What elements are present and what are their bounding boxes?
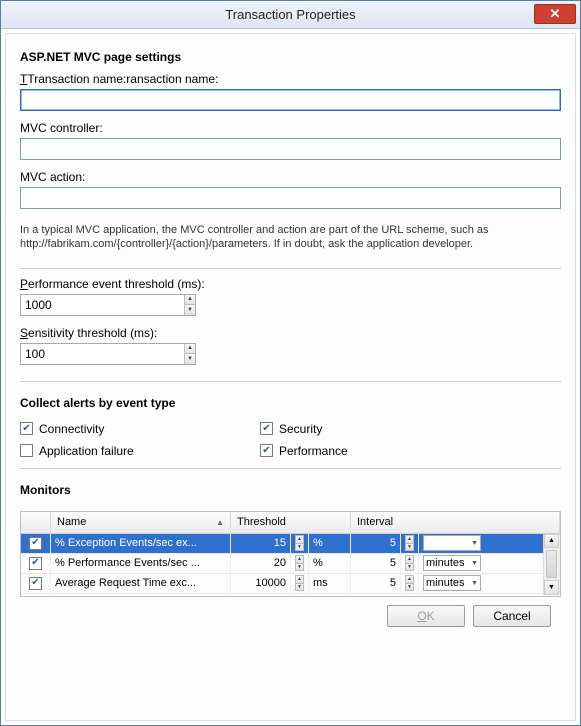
separator-3: [20, 468, 561, 469]
spinner-up-icon[interactable]: ▲: [295, 535, 304, 543]
perf-threshold-label: Performance event threshold (ms):: [20, 277, 561, 291]
mvc-controller-label: MVC controller:: [20, 121, 561, 135]
appfail-label: Application failure: [39, 444, 134, 458]
spinner-down-icon[interactable]: ▼: [405, 543, 414, 552]
spinner-up-icon[interactable]: ▲: [295, 575, 304, 583]
spinner-down-icon[interactable]: ▼: [295, 563, 304, 572]
alerts-heading: Collect alerts by event type: [20, 396, 561, 410]
mvc-help-text: In a typical MVC application, the MVC co…: [20, 223, 561, 252]
chevron-down-icon: ▼: [471, 540, 478, 547]
security-checkbox[interactable]: [260, 422, 273, 435]
chevron-down-icon: ▼: [471, 580, 478, 587]
row-name: % Exception Events/sec ex...: [51, 534, 231, 553]
separator-2: [20, 381, 561, 382]
sort-asc-icon: ▲: [216, 518, 224, 527]
row-interval-value[interactable]: 5: [351, 554, 401, 573]
security-checkbox-row[interactable]: Security: [260, 422, 500, 436]
appfail-checkbox-row[interactable]: Application failure: [20, 444, 260, 458]
sens-threshold-field: Sensitivity threshold (ms): ▲ ▼: [20, 326, 561, 365]
sens-threshold-label: Sensitivity threshold (ms):: [20, 326, 561, 340]
monitors-body: % Exception Events/sec ex...15▲▼%5▲▼minu…: [21, 534, 560, 596]
spinner-up-icon[interactable]: ▲: [185, 344, 195, 355]
row-interval-unit-select[interactable]: minutes▼: [423, 535, 481, 551]
mvc-action-field: MVC action:: [20, 170, 561, 209]
row-interval-value[interactable]: 5: [351, 534, 401, 553]
spinner-down-icon[interactable]: ▼: [185, 354, 195, 364]
row-threshold-value[interactable]: 15: [231, 534, 291, 553]
spinner-down-icon[interactable]: ▼: [405, 563, 414, 572]
monitors-scrollbar[interactable]: ▲ ▼: [543, 534, 559, 595]
page-settings-heading: ASP.NET MVC page settings: [20, 50, 561, 64]
row-threshold-value[interactable]: 20: [231, 554, 291, 573]
sens-threshold-input[interactable]: [21, 344, 184, 364]
row-checkbox[interactable]: [29, 557, 42, 570]
connectivity-checkbox-row[interactable]: Connectivity: [20, 422, 260, 436]
row-interval-unit-select[interactable]: minutes▼: [423, 555, 481, 571]
sens-threshold-spinner[interactable]: ▲ ▼: [20, 343, 196, 365]
performance-label: Performance: [279, 444, 348, 458]
scroll-down-icon[interactable]: ▼: [544, 580, 559, 595]
monitors-table: Name ▲ Threshold Interval % Exception Ev…: [20, 511, 561, 597]
appfail-checkbox[interactable]: [20, 444, 33, 457]
spinner-up-icon[interactable]: ▲: [405, 575, 414, 583]
transaction-name-field: TTransaction name:Transaction name:ransa…: [20, 72, 561, 111]
spinner-down-icon[interactable]: ▼: [185, 305, 195, 315]
spinner-up-icon[interactable]: ▲: [185, 295, 195, 306]
performance-checkbox[interactable]: [260, 444, 273, 457]
transaction-name-label: TTransaction name:Transaction name:ransa…: [20, 72, 561, 86]
col-header-name[interactable]: Name ▲: [51, 512, 231, 533]
spinner-up-icon[interactable]: ▲: [295, 555, 304, 563]
monitors-heading: Monitors: [20, 483, 561, 497]
table-row[interactable]: % Exception Events/sec ex...15▲▼%5▲▼minu…: [21, 534, 560, 554]
separator-1: [20, 268, 561, 269]
row-threshold-unit: %: [309, 534, 351, 553]
mvc-action-input[interactable]: [20, 187, 561, 209]
row-name: Average Request Time exc...: [51, 574, 231, 593]
monitors-header: Name ▲ Threshold Interval: [21, 512, 560, 534]
row-threshold-value[interactable]: 10000: [231, 574, 291, 593]
spinner-up-icon[interactable]: ▲: [405, 535, 414, 543]
window-title: Transaction Properties: [1, 7, 580, 22]
row-interval-unit-select[interactable]: minutes▼: [423, 575, 481, 591]
mvc-controller-field: MVC controller:: [20, 121, 561, 160]
security-label: Security: [279, 422, 322, 436]
col-header-check[interactable]: [21, 512, 51, 533]
col-header-interval[interactable]: Interval: [351, 512, 560, 533]
perf-threshold-spinner[interactable]: ▲ ▼: [20, 294, 196, 316]
performance-checkbox-row[interactable]: Performance: [260, 444, 500, 458]
spinner-down-icon[interactable]: ▼: [295, 543, 304, 552]
dialog-footer: OK Cancel: [20, 597, 561, 635]
close-icon: ✕: [550, 6, 561, 22]
dialog-content: ASP.NET MVC page settings TTransaction n…: [5, 33, 576, 721]
chevron-down-icon: ▼: [471, 560, 478, 567]
spinner-down-icon[interactable]: ▼: [295, 583, 304, 592]
scroll-thumb[interactable]: [546, 550, 557, 578]
row-threshold-unit: ms: [309, 574, 351, 593]
transaction-name-input[interactable]: [20, 89, 561, 111]
connectivity-label: Connectivity: [39, 422, 104, 436]
row-threshold-unit: %: [309, 554, 351, 573]
table-row[interactable]: % Performance Events/sec ...20▲▼%5▲▼minu…: [21, 554, 560, 574]
perf-threshold-input[interactable]: [21, 295, 184, 315]
table-row[interactable]: Average Request Time exc...10000▲▼ms5▲▼m…: [21, 574, 560, 594]
row-checkbox[interactable]: [29, 537, 42, 550]
titlebar: Transaction Properties ✕: [1, 1, 580, 29]
row-checkbox[interactable]: [29, 577, 42, 590]
cancel-button[interactable]: Cancel: [473, 605, 551, 627]
connectivity-checkbox[interactable]: [20, 422, 33, 435]
scroll-up-icon[interactable]: ▲: [544, 534, 559, 549]
dialog-window: Transaction Properties ✕ ASP.NET MVC pag…: [0, 0, 581, 726]
col-header-threshold[interactable]: Threshold: [231, 512, 351, 533]
spinner-up-icon[interactable]: ▲: [405, 555, 414, 563]
spinner-down-icon[interactable]: ▼: [405, 583, 414, 592]
ok-button[interactable]: OK: [387, 605, 465, 627]
mvc-controller-input[interactable]: [20, 138, 561, 160]
row-interval-value[interactable]: 5: [351, 574, 401, 593]
mvc-action-label: MVC action:: [20, 170, 561, 184]
row-name: % Performance Events/sec ...: [51, 554, 231, 573]
close-button[interactable]: ✕: [534, 4, 576, 24]
perf-threshold-field: Performance event threshold (ms): ▲ ▼: [20, 277, 561, 316]
